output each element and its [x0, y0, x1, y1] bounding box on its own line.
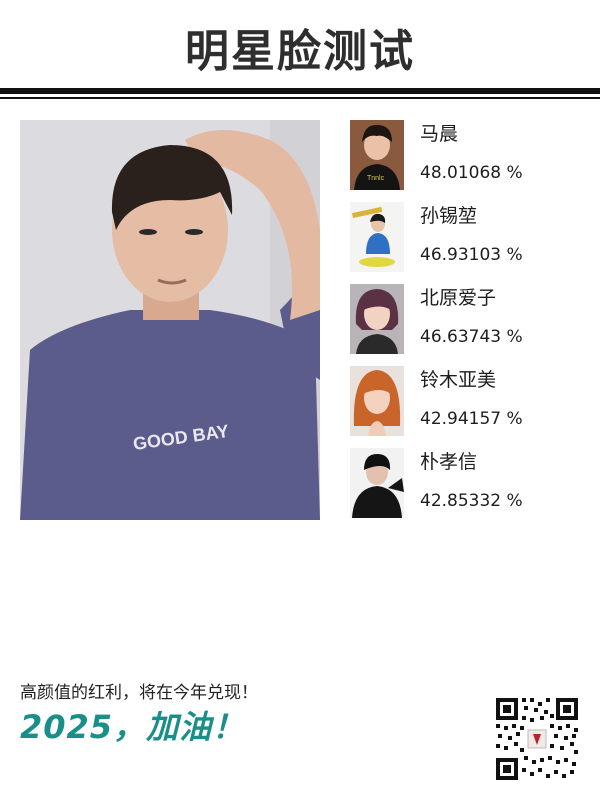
- svg-text:Tnnlc: Tnnlc: [367, 175, 385, 182]
- qr-code[interactable]: [494, 696, 580, 782]
- match-item[interactable]: Tnnlc 马晨 48.01068 %: [350, 120, 590, 190]
- header-divider-thin: [0, 97, 600, 99]
- match-score: 42.94157 %: [420, 409, 523, 429]
- match-name: 马晨: [420, 123, 459, 145]
- match-thumbnail: [350, 202, 404, 272]
- match-thumbnail: [350, 366, 404, 436]
- match-thumbnail: [350, 284, 404, 354]
- user-photo: GOOD BAY: [20, 120, 320, 520]
- match-item[interactable]: 朴孝信 42.85332 %: [350, 448, 590, 518]
- match-score: 46.93103 %: [420, 245, 523, 265]
- page-title: 明星脸测试: [185, 26, 415, 77]
- match-item[interactable]: 孙锡堃 46.93103 %: [350, 202, 590, 272]
- match-item[interactable]: 北原爱子 46.63743 %: [350, 284, 590, 354]
- match-thumbnail: Tnnlc: [350, 120, 404, 190]
- match-score: 46.63743 %: [420, 327, 523, 347]
- match-thumbnail: [350, 448, 404, 518]
- header-divider-thick: [0, 88, 600, 94]
- match-score: 42.85332 %: [420, 491, 523, 511]
- match-score: 48.01068 %: [420, 163, 523, 183]
- match-name: 北原爱子: [420, 287, 497, 309]
- footer-slogan: 2025，加油！: [20, 708, 246, 746]
- match-name: 孙锡堃: [420, 205, 478, 227]
- match-name: 铃木亚美: [420, 369, 497, 391]
- match-item[interactable]: 铃木亚美 42.94157 %: [350, 366, 590, 436]
- footer-tagline: 高颜值的红利，将在今年兑现！: [20, 683, 258, 703]
- match-name: 朴孝信: [420, 451, 478, 473]
